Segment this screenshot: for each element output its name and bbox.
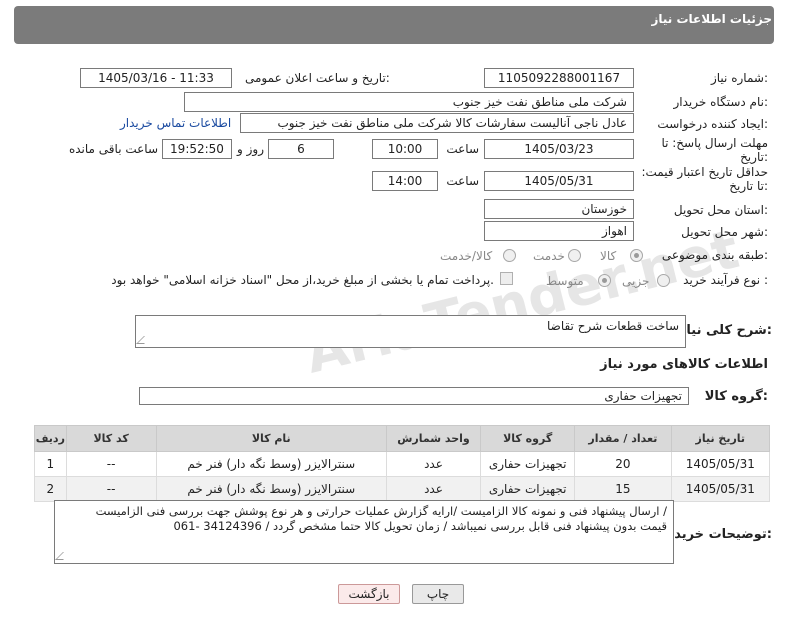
validity-label: حداقل تاریخ اعتبار قیمت: تا تاریخ: xyxy=(641,165,768,193)
process-medium-radio[interactable] xyxy=(598,274,611,287)
days-field[interactable]: 6 xyxy=(268,139,334,159)
col-group: گروه کالا xyxy=(480,425,576,452)
col-qty: تعداد / مقدار xyxy=(574,425,672,452)
treasury-payment-checkbox[interactable] xyxy=(500,272,513,285)
province-field[interactable]: خوزستان xyxy=(484,199,634,219)
cell-qty: 15 xyxy=(574,476,672,502)
back-button[interactable]: بازگشت xyxy=(338,584,400,604)
category-service-radio[interactable] xyxy=(568,249,581,262)
col-date: تاریخ نیاز xyxy=(670,425,771,452)
announce-field[interactable]: 1405/03/16 - 11:33 xyxy=(80,68,232,88)
goods-group-field[interactable]: تجهیزات حفاری xyxy=(139,387,689,405)
category-both-radio[interactable] xyxy=(503,249,516,262)
cell-name: سنترالایزر (وسط نگه دار) فنر خم xyxy=(155,476,387,502)
col-name: نام کالا xyxy=(155,425,387,452)
contact-buyer-link[interactable]: اطلاعات تماس خریدار xyxy=(120,116,231,130)
buyer-field[interactable]: شرکت ملی مناطق نفت خیز جنوب xyxy=(184,92,634,112)
creator-label: ایجاد کننده درخواست: xyxy=(657,117,768,131)
print-button[interactable]: چاپ xyxy=(412,584,464,604)
category-both-label: کالا/خدمت xyxy=(440,249,493,263)
treasury-payment-note: پرداخت تمام یا بخشی از مبلغ خرید،از محل … xyxy=(111,273,494,287)
cell-unit: عدد xyxy=(385,476,482,502)
cell-code: -- xyxy=(65,476,157,502)
category-service-label: خدمت xyxy=(533,249,565,263)
process-label: نوع فرآیند خرید : xyxy=(683,273,768,287)
buyer-notes-textarea[interactable]: ارسال پیشنهاد فنی و نمونه کالا الزامیست … xyxy=(54,500,674,564)
category-label: طبقه بندی موضوعی: xyxy=(661,248,768,262)
deadline-date-field[interactable]: 1405/03/23 xyxy=(484,139,634,159)
city-label: شهر محل تحویل: xyxy=(681,225,768,239)
cell-group: تجهیزات حفاری xyxy=(480,476,576,502)
description-textarea[interactable]: ساخت قطعات شرح تقاضا xyxy=(135,315,686,348)
cell-date: 1405/05/31 xyxy=(670,476,771,502)
announce-label: تاریخ و ساعت اعلان عمومی: xyxy=(245,71,390,85)
process-minor-radio[interactable] xyxy=(657,274,670,287)
cell-qty: 20 xyxy=(574,451,672,477)
goods-group-label: گروه کالا: xyxy=(704,389,768,404)
validity-time-field[interactable]: 14:00 xyxy=(372,171,438,191)
buyer-label: نام دستگاه خریدار: xyxy=(673,95,769,109)
col-row: ردیف xyxy=(34,425,67,452)
buyer-notes-label: توضیحات خریدار: xyxy=(662,527,772,542)
category-goods-label: کالا xyxy=(600,249,617,263)
validity-date-field[interactable]: 1405/05/31 xyxy=(484,171,634,191)
cell-date: 1405/05/31 xyxy=(670,451,771,477)
description-label: شرح کلی نیاز: xyxy=(678,323,772,338)
table-row[interactable]: 2 -- سنترالایزر (وسط نگه دار) فنر خم عدد… xyxy=(34,476,771,502)
remain-time-field[interactable]: 19:52:50 xyxy=(162,139,232,159)
resize-grip-icon[interactable] xyxy=(136,336,152,344)
resize-grip-icon[interactable] xyxy=(55,552,71,560)
buyer-notes-line2: قیمت بدون پیشنهاد فنی قابل بررسی نمیباشد… xyxy=(173,519,667,533)
process-medium-label: متوسط xyxy=(546,274,584,288)
city-field[interactable]: اهواز xyxy=(484,221,634,241)
remain-time-label: ساعت باقی مانده xyxy=(68,142,158,156)
days-label: روز و xyxy=(237,142,264,156)
deadline-time-field[interactable]: 10:00 xyxy=(372,139,438,159)
category-goods-radio[interactable] xyxy=(630,249,643,262)
cell-row: 2 xyxy=(34,476,67,502)
need-number-label: شماره نیاز: xyxy=(710,71,768,85)
buyer-notes-line1: ارسال پیشنهاد فنی و نمونه کالا الزامیست … xyxy=(95,504,667,518)
page-title: جزئیات اطلاعات نیاز xyxy=(651,12,772,26)
creator-field[interactable]: عادل ناجی آنالیست سفارشات کالا شرکت ملی … xyxy=(240,113,634,133)
cell-unit: عدد xyxy=(385,451,482,477)
cell-code: -- xyxy=(65,451,157,477)
description-text: ساخت قطعات شرح تقاضا xyxy=(546,319,679,333)
province-label: استان محل تحویل: xyxy=(673,203,768,217)
cell-group: تجهیزات حفاری xyxy=(480,451,576,477)
deadline-time-label: ساعت xyxy=(446,142,479,156)
deadline-label: مهلت ارسال پاسخ: تا تاریخ: xyxy=(661,136,768,164)
table-row[interactable]: 1 -- سنترالایزر (وسط نگه دار) فنر خم عدد… xyxy=(34,451,771,477)
validity-time-label: ساعت xyxy=(446,174,479,188)
process-minor-label: جزیی xyxy=(622,274,650,288)
cell-row: 1 xyxy=(34,451,67,477)
cell-name: سنترالایزر (وسط نگه دار) فنر خم xyxy=(155,451,387,477)
need-number-field[interactable]: 1105092288001167 xyxy=(484,68,634,88)
col-unit: واحد شمارش xyxy=(385,425,482,452)
goods-section-title: اطلاعات کالاهای مورد نیاز xyxy=(600,357,768,372)
goods-table: ردیف کد کالا نام کالا واحد شمارش گروه کا… xyxy=(34,425,771,502)
col-code: کد کالا xyxy=(65,425,157,452)
